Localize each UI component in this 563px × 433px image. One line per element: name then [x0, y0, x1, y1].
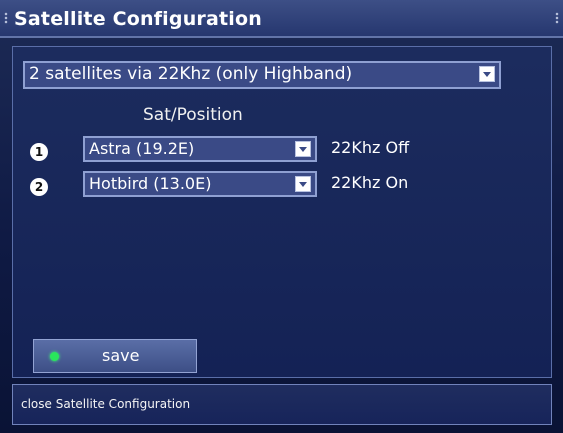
- save-button[interactable]: save: [33, 339, 197, 373]
- satellite-2-tone: 22Khz On: [331, 173, 409, 192]
- window-title: Satellite Configuration: [14, 8, 262, 30]
- number-1-icon: 1: [30, 143, 48, 161]
- satellite-2-value: Hotbird (13.0E): [89, 174, 212, 193]
- satellite-1-dropdown[interactable]: Astra (19.2E): [83, 136, 317, 162]
- satellite-config-screen: Satellite Configuration 2 satellites via…: [0, 0, 563, 433]
- mode-dropdown-value: 2 satellites via 22Khz (only Highband): [29, 64, 353, 84]
- mode-dropdown[interactable]: 2 satellites via 22Khz (only Highband): [23, 61, 501, 89]
- number-2-icon: 2: [30, 178, 48, 196]
- status-bar: close Satellite Configuration: [12, 384, 552, 425]
- green-led-icon: [50, 352, 59, 361]
- save-button-label: save: [102, 346, 140, 365]
- grip-right-icon: [555, 12, 559, 24]
- grip-left-icon: [4, 12, 8, 24]
- status-text: close Satellite Configuration: [21, 397, 191, 411]
- chevron-down-icon[interactable]: [295, 176, 311, 192]
- chevron-down-icon[interactable]: [295, 141, 311, 157]
- satellite-1-tone: 22Khz Off: [331, 138, 410, 157]
- title-bar: Satellite Configuration: [0, 0, 563, 38]
- chevron-down-icon[interactable]: [479, 66, 495, 82]
- main-panel: 2 satellites via 22Khz (only Highband) S…: [12, 46, 552, 378]
- satellite-1-value: Astra (19.2E): [89, 139, 195, 158]
- column-heading: Sat/Position: [143, 105, 243, 125]
- satellite-2-dropdown[interactable]: Hotbird (13.0E): [83, 171, 317, 197]
